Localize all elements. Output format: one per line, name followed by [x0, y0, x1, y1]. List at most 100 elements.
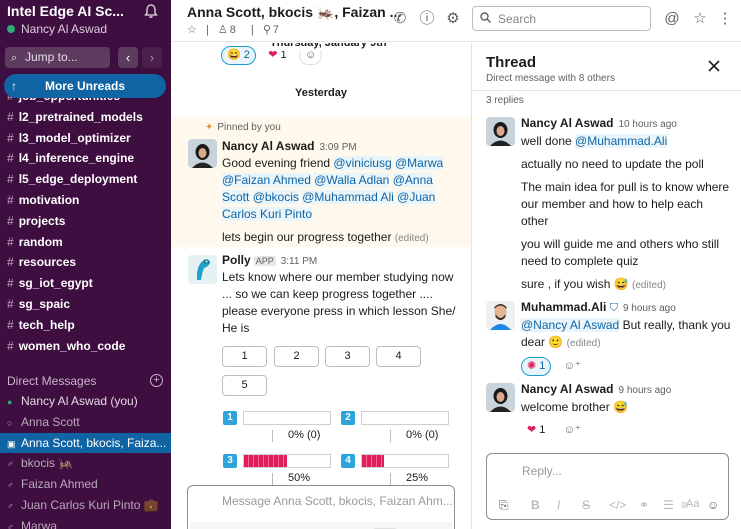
format-text-icon[interactable]: Aa — [686, 498, 699, 510]
timestamp[interactable]: 9 hours ago — [618, 385, 671, 396]
user-mention[interactable]: @Muhammad Ali — [302, 190, 394, 204]
user-mention[interactable]: @Muhammad.Ali — [575, 134, 668, 148]
avatar[interactable] — [188, 139, 217, 168]
sidebar-item-channel[interactable]: # motivation — [0, 190, 171, 211]
date-divider-pill[interactable]: Thursday, January 9th — [266, 43, 391, 51]
sidebar-item-channel[interactable]: # l4_inference_engine — [0, 148, 171, 169]
thread-subtitle[interactable]: Direct message with 8 others — [486, 73, 615, 84]
composer-toolbar — [190, 522, 452, 529]
link-icon[interactable]: ⚭ — [639, 498, 649, 512]
bold-icon[interactable]: B — [531, 498, 540, 512]
info-icon[interactable]: ⓘ — [419, 11, 435, 27]
sidebar-item-channel[interactable]: # tech_help — [0, 315, 171, 336]
edited-label: (edited) — [394, 233, 429, 244]
avatar[interactable] — [486, 383, 515, 412]
jump-to-button[interactable]: ⌕ Jump to... — [5, 47, 110, 68]
bell-icon[interactable] — [143, 3, 159, 19]
poll-option-button[interactable]: 3 — [325, 346, 370, 367]
timestamp[interactable]: 9 hours ago — [623, 303, 676, 314]
phone-icon[interactable]: ✆ — [392, 11, 408, 27]
sender-name[interactable]: Nancy Al Aswad — [521, 116, 613, 130]
pinned-message[interactable]: ✦ Pinned by you Nancy Al Aswad 3:09 PM Goo… — [171, 117, 471, 247]
user-mention[interactable]: @viniciusg — [333, 156, 392, 170]
sidebar-item-dm[interactable]: ♂ Marwa — [0, 516, 171, 529]
sidebar-item-channel[interactable]: # sg_spaic — [0, 294, 171, 315]
conversation-meta: ☆ | ♙ 8 | ⚲ 7 — [187, 23, 291, 36]
more-icon[interactable]: ⋮ — [717, 11, 733, 27]
back-button[interactable]: ‹ — [118, 47, 138, 68]
search-input[interactable]: Search — [472, 6, 651, 31]
current-user-status[interactable]: Nancy Al Aswad — [7, 22, 164, 36]
message-pane: Thursday, January 9th 😄 2 ❤ 1 ☺ Yesterda… — [171, 43, 471, 529]
members-count[interactable]: ♙ 8 — [218, 24, 242, 36]
sender-name[interactable]: Muhammad.Ali — [521, 300, 606, 314]
sidebar-item-channel[interactable]: # l3_model_optimizer — [0, 128, 171, 149]
list-icon[interactable]: ☰ — [663, 498, 674, 512]
avatar[interactable] — [188, 255, 217, 284]
mentions-icon[interactable]: @ — [664, 11, 680, 27]
strike-icon[interactable]: S — [582, 498, 590, 512]
sender-name[interactable]: Polly — [222, 253, 251, 267]
dm-suffix: 🦗 — [58, 456, 74, 471]
user-mention[interactable]: @bkocis — [252, 190, 299, 204]
sidebar-item-dm[interactable]: ● Nancy Al Aswad (you) — [0, 391, 171, 412]
message-body: Good evening friend @viniciusg @Marwa @F… — [222, 155, 462, 223]
poll-option-button[interactable]: 4 — [376, 346, 421, 367]
user-mention[interactable]: @Walla Adlan — [314, 173, 390, 187]
add-dm-icon[interactable]: + — [150, 374, 163, 387]
workspace-name[interactable]: Intel Edge AI Sc... — [7, 3, 164, 19]
avatar[interactable] — [486, 117, 515, 146]
conversation-title[interactable]: Anna Scott, bkocis 🦗, Faizan ... — [187, 4, 401, 21]
thread-title: Thread — [486, 54, 537, 71]
attach-icon[interactable]: ⎘ — [499, 498, 509, 513]
timestamp[interactable]: 3:09 PM — [319, 142, 356, 153]
user-mention[interactable]: @Nancy Al Aswad — [521, 318, 620, 332]
user-mention[interactable]: @Faizan Ahmed — [222, 173, 311, 187]
message-composer[interactable]: Message Anna Scott, bkocis, Faizan Ahm..… — [187, 485, 455, 529]
reaction-pill[interactable]: ✺ 1 — [521, 357, 552, 376]
dm-name: Anna Scott — [21, 414, 80, 429]
sidebar-item-channel[interactable]: # sg_iot_egypt — [0, 273, 171, 294]
forward-button[interactable]: › — [142, 47, 162, 68]
workspace-header[interactable]: Intel Edge AI Sc... Nancy Al Aswad — [0, 0, 171, 42]
date-divider: Yesterday — [295, 87, 347, 99]
add-reaction-icon[interactable]: ☺⁺ — [557, 357, 587, 376]
sender-name[interactable]: Nancy Al Aswad — [222, 139, 314, 153]
star-icon[interactable]: ☆ — [692, 11, 708, 27]
dm-name: Juan Carlos Kuri Pinto — [21, 497, 141, 512]
direct-messages-header[interactable]: Direct Messages + — [7, 374, 163, 388]
close-icon[interactable] — [707, 59, 721, 73]
poll-option-button[interactable]: 5 — [222, 375, 267, 396]
more-unreads-button[interactable]: ↑ More Unreads — [4, 74, 166, 98]
sidebar-item-channel[interactable]: # resources — [0, 252, 171, 273]
sidebar-item-channel[interactable]: # l2_pretrained_models — [0, 107, 171, 128]
poll-option-button[interactable]: 2 — [274, 346, 319, 367]
reaction-pill[interactable]: ❤ 1 — [521, 421, 552, 440]
italic-icon[interactable]: I — [557, 498, 560, 512]
message-header: Polly APP 3:11 PM — [222, 253, 317, 267]
user-mention[interactable]: @Marwa — [394, 156, 444, 170]
reply-input[interactable]: Reply... ⎘ B I S </> ⚭ ☰ ≡ Aa ☺ — [486, 453, 729, 520]
sidebar-item-dm[interactable]: ○ Anna Scott — [0, 412, 171, 433]
add-reaction-icon[interactable]: ☺⁺ — [557, 421, 587, 440]
sender-name[interactable]: Nancy Al Aswad — [521, 382, 613, 396]
sidebar-item-dm[interactable]: ♂ bkocis 🦗 — [0, 453, 171, 474]
sidebar-item-channel[interactable]: # random — [0, 232, 171, 253]
code-icon[interactable]: </> — [609, 498, 626, 512]
bot-status-icon: ♂ — [7, 459, 14, 470]
poll-option-button[interactable]: 1 — [222, 346, 267, 367]
reaction-pill[interactable]: 😄 2 — [221, 46, 256, 65]
sidebar-item-dm[interactable]: ♂ Faizan Ahmed — [0, 474, 171, 495]
sidebar-item-dm[interactable]: ♂ Juan Carlos Kuri Pinto 💼 — [0, 495, 171, 516]
sidebar-item-channel[interactable]: # projects — [0, 211, 171, 232]
emoji-icon[interactable]: ☺ — [707, 498, 719, 512]
avatar[interactable] — [486, 301, 515, 330]
gear-icon[interactable]: ⚙ — [445, 11, 461, 27]
pins-count[interactable]: ⚲ 7 — [263, 24, 285, 36]
timestamp[interactable]: 3:11 PM — [281, 256, 318, 267]
sidebar-item-dm-active[interactable]: ▣ Anna Scott, bkocis, Faiza... — [0, 432, 171, 454]
timestamp[interactable]: 10 hours ago — [618, 119, 676, 130]
sidebar-item-channel[interactable]: # women_who_code — [0, 336, 171, 357]
sidebar-item-channel[interactable]: # l5_edge_deployment — [0, 169, 171, 190]
star-icon[interactable]: ☆ — [187, 24, 197, 36]
